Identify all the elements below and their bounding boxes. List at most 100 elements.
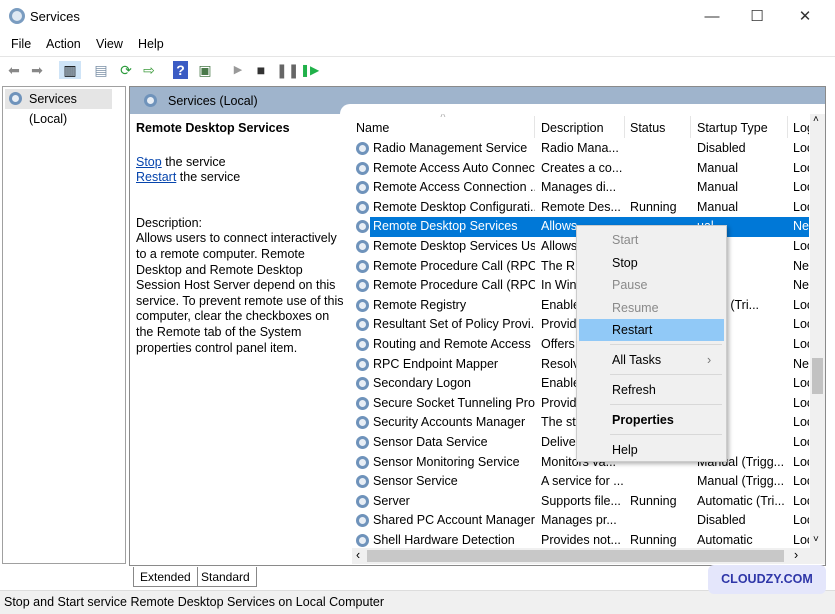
resume-service-icon[interactable]: ❚▶	[300, 61, 319, 79]
menu-action[interactable]: Action	[46, 37, 81, 51]
export-icon[interactable]: ▤	[92, 61, 110, 79]
close-button[interactable]: ✕	[782, 4, 828, 30]
menu-item-help[interactable]: Help	[579, 439, 724, 461]
service-gear-icon	[356, 318, 369, 332]
sort-ascending-icon: ˄	[440, 114, 446, 121]
start-service-icon[interactable]: ▶	[229, 61, 247, 79]
status-text: Stop and Start service Remote Desktop Se…	[4, 595, 385, 609]
cell-name: Sensor Service	[373, 474, 458, 489]
menu-help[interactable]: Help	[138, 37, 164, 51]
cell-log-on-as: Loc	[793, 141, 809, 155]
menu-file[interactable]: File	[11, 37, 31, 51]
cell-log-on-as: Loc	[793, 317, 809, 332]
cell-log-on-as: Loc	[793, 376, 809, 391]
service-gear-icon	[356, 455, 369, 469]
toolbar: ⬅ ➡ ▥ ▤ ⟳ ⇨ ? ▣ ▶ ■ ❚❚ ❚▶	[0, 56, 835, 83]
scroll-up-icon[interactable]: ˄	[813, 114, 819, 125]
menu-item-pause: Pause	[612, 278, 648, 292]
export-list-icon[interactable]: ⇨	[140, 61, 158, 79]
vertical-scrollbar[interactable]: ˄ ˅	[810, 114, 825, 548]
cell-status: Running	[630, 199, 677, 214]
scroll-right-icon[interactable]: ›	[794, 548, 798, 562]
cell-name: Routing and Remote Access	[373, 337, 531, 351]
service-gear-icon	[356, 240, 369, 253]
cell-name: Resultant Set of Policy Provi...	[373, 317, 535, 332]
service-gear-icon	[356, 161, 369, 175]
horizontal-scroll-thumb[interactable]	[367, 550, 784, 562]
minimize-button[interactable]: —	[689, 4, 735, 30]
cell-name: Secure Socket Tunneling Pro...	[373, 395, 535, 410]
cell-name: Server	[373, 493, 410, 508]
menu-item-all-tasks[interactable]: All Tasks ›	[579, 349, 724, 371]
stop-suffix: the service	[161, 154, 226, 169]
stop-link[interactable]: Stop	[136, 155, 162, 169]
title-bar: Services — ☐ ✕	[0, 0, 835, 33]
table-row[interactable]: Shell Hardware Detection Provides not... R…	[352, 531, 809, 548]
cell-description: A service for ...	[541, 474, 623, 489]
cell-log-on-as: Ne	[793, 278, 809, 293]
stop-service-icon[interactable]: ■	[252, 61, 270, 79]
column-startup-type[interactable]: Startup Type	[697, 121, 768, 135]
cell-name: Remote Procedure Call (RPC)...	[373, 278, 535, 293]
cell-description: Supports file...	[541, 493, 621, 508]
cell-name: RPC Endpoint Mapper	[373, 356, 499, 371]
cell-name: Remote Procedure Call (RPC)	[373, 258, 535, 273]
cell-name: Remote Access Connection ...	[373, 180, 535, 195]
table-row[interactable]: Server Supports file... Running Automatic (…	[352, 492, 809, 512]
pane-title: Services (Local)	[168, 94, 258, 108]
cell-name: Sensor Monitoring Service	[373, 454, 520, 469]
cell-startup-type: Disabled	[697, 513, 746, 528]
menu-item-refresh[interactable]: Refresh	[579, 379, 724, 401]
table-row[interactable]: Shared PC Account Manager Manages pr... Di…	[352, 511, 809, 531]
back-icon[interactable]: ⬅	[5, 61, 23, 79]
restart-link[interactable]: Restart	[136, 170, 176, 184]
menu-item-restart[interactable]: Restart	[579, 319, 724, 341]
tab-standard[interactable]: Standard	[195, 567, 257, 587]
properties-pane-icon[interactable]: ▣	[196, 61, 214, 79]
service-gear-icon	[356, 181, 369, 195]
service-gear-icon	[356, 475, 369, 489]
pause-service-icon[interactable]: ❚❚	[276, 61, 299, 79]
cell-description: Radio Mana...	[541, 141, 619, 155]
horizontal-scrollbar[interactable]: ‹ ›	[352, 548, 825, 564]
service-gear-icon	[356, 436, 369, 449]
cell-name: Security Accounts Manager	[373, 415, 526, 430]
service-gear-icon	[356, 338, 369, 351]
service-gear-icon	[356, 396, 369, 410]
cell-log-on-as: Loc	[793, 493, 809, 508]
cell-description: Creates a co...	[541, 160, 623, 175]
refresh-icon[interactable]: ⟳	[117, 61, 135, 79]
cell-log-on-as: Loc	[793, 395, 809, 410]
scroll-left-icon[interactable]: ‹	[356, 548, 360, 562]
table-row[interactable]: Remote Desktop Configurati... Remote Des.…	[352, 198, 809, 218]
cell-name: Remote Desktop Services Us...	[373, 239, 535, 253]
column-name[interactable]: Name	[356, 121, 389, 135]
table-row[interactable]: Radio Management Service Radio Mana... Dis…	[352, 139, 809, 159]
service-gear-icon	[356, 494, 369, 508]
menu-item-stop[interactable]: Stop	[579, 252, 724, 274]
table-row[interactable]: Remote Access Auto Connec... Creates a co…	[352, 159, 809, 179]
show-hide-console-tree-icon[interactable]: ▥	[59, 61, 81, 79]
cloudzy-watermark: CLOUDZY.COM	[708, 565, 826, 594]
menu-item-properties[interactable]: Properties	[579, 409, 724, 431]
column-status[interactable]: Status	[630, 121, 665, 135]
table-row[interactable]: Sensor Service A service for ... Manual (T…	[352, 472, 809, 492]
service-gear-icon	[356, 279, 369, 293]
help-icon[interactable]: ?	[173, 61, 188, 79]
column-description[interactable]: Description	[541, 121, 604, 135]
restart-suffix: the service	[176, 170, 241, 185]
menu-view[interactable]: View	[96, 37, 123, 51]
column-log-on-as[interactable]: Log	[793, 121, 809, 135]
cell-log-on-as: Loc	[793, 199, 809, 214]
window-title: Services	[30, 9, 80, 24]
tree-item-services-local[interactable]: Services (Local)	[5, 89, 112, 126]
table-row[interactable]: Remote Access Connection ... Manages di..…	[352, 178, 809, 198]
cell-status: Running	[630, 493, 677, 508]
tab-extended[interactable]: Extended	[133, 567, 198, 587]
vertical-scroll-thumb[interactable]	[812, 358, 823, 394]
forward-icon[interactable]: ➡	[28, 61, 46, 79]
scroll-down-icon[interactable]: ˅	[813, 534, 819, 545]
maximize-button[interactable]: ☐	[734, 4, 780, 30]
cell-name: Remote Registry	[373, 297, 467, 312]
cell-startup-type: Manual	[697, 199, 738, 214]
